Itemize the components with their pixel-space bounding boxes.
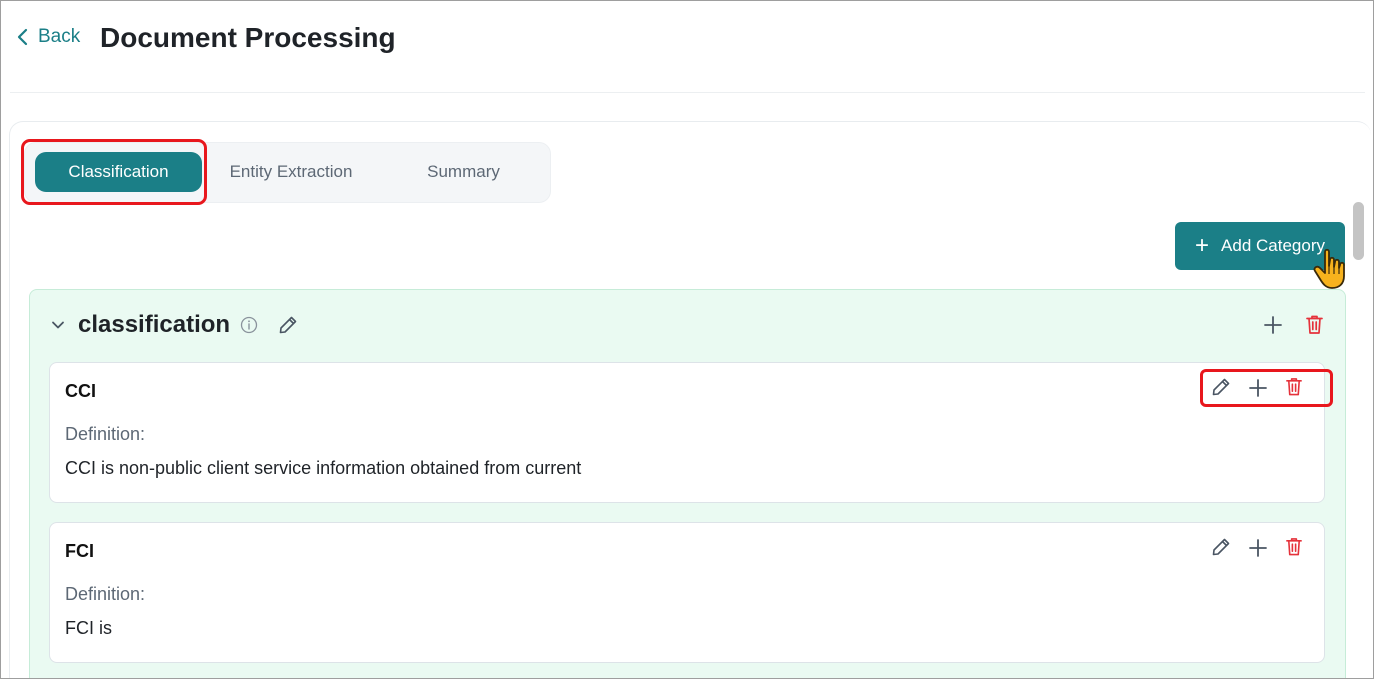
chevron-down-icon[interactable] <box>51 318 65 332</box>
category-item: CCI Definition: CCI is non-public client… <box>49 362 1325 503</box>
pencil-icon[interactable] <box>278 315 298 335</box>
item-name: FCI <box>65 541 94 561</box>
tab-entity-extraction[interactable]: Entity Extraction <box>205 152 377 192</box>
plus-icon[interactable] <box>1248 538 1268 558</box>
back-link[interactable]: Back <box>16 26 80 48</box>
trash-icon[interactable] <box>1285 536 1303 557</box>
plus-icon[interactable] <box>1248 378 1268 398</box>
item-name: CCI <box>65 381 96 401</box>
tab-bar: Classification Entity Extraction Summary <box>24 142 551 203</box>
add-category-label: Add Category <box>1221 236 1325 255</box>
definition-label: Definition: <box>65 584 146 604</box>
tab-classification[interactable]: Classification <box>35 152 202 192</box>
pencil-icon[interactable] <box>1211 537 1231 557</box>
item-actions <box>1184 535 1324 561</box>
hand-pointer-icon <box>1313 248 1345 289</box>
page-header: Back Document Processing <box>0 0 1374 92</box>
item-actions <box>1184 375 1324 401</box>
info-icon[interactable] <box>240 316 258 334</box>
plus-icon: + <box>1195 232 1210 259</box>
plus-icon[interactable] <box>1263 315 1283 335</box>
definition-text: FCI is <box>65 618 112 638</box>
back-label: Back <box>38 26 81 47</box>
header-divider <box>10 92 1365 93</box>
pencil-icon[interactable] <box>1211 377 1231 397</box>
chevron-left-icon <box>17 28 28 46</box>
definition-label: Definition: <box>65 424 146 444</box>
trash-icon[interactable] <box>1285 376 1303 397</box>
tab-summary[interactable]: Summary <box>380 152 547 192</box>
trash-icon[interactable] <box>1305 314 1324 335</box>
category-title: classification <box>78 311 231 338</box>
page-title: Document Processing <box>100 22 396 53</box>
category-item: FCI Definition: FCI is <box>49 522 1325 663</box>
definition-text: CCI is non-public client service informa… <box>65 458 582 478</box>
